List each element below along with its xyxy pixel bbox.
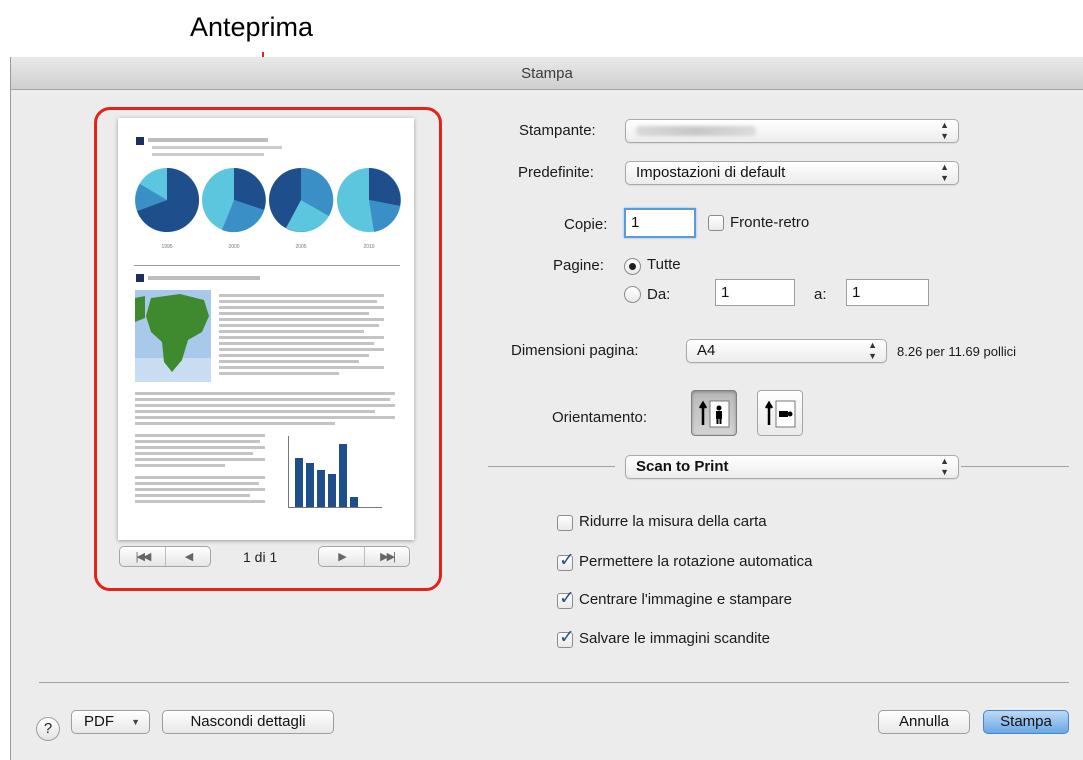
printer-label: Stampante: bbox=[519, 122, 596, 139]
option-label: Ridurre la misura della carta bbox=[579, 513, 767, 530]
pages-to-label: a: bbox=[814, 286, 827, 303]
preview-highlight-frame bbox=[94, 107, 442, 591]
pages-label: Pagine: bbox=[553, 257, 604, 274]
callout-label-anteprima: Anteprima bbox=[190, 12, 314, 42]
window-title: Stampa bbox=[11, 57, 1083, 90]
option-label: Permettere la rotazione automatica bbox=[579, 553, 813, 570]
printer-select[interactable]: ▲ ▼ bbox=[625, 119, 959, 143]
cancel-button[interactable]: Annulla bbox=[878, 710, 970, 734]
copies-label: Copie: bbox=[564, 216, 608, 233]
presets-select[interactable]: Impostazioni di default ▲ ▼ bbox=[625, 161, 959, 185]
presets-label: Predefinite: bbox=[518, 164, 594, 181]
paper-size-label: Dimensioni pagina: bbox=[511, 342, 639, 359]
pages-all-label: Tutte bbox=[647, 256, 681, 273]
paper-dimensions: 8.26 per 11.69 pollici bbox=[897, 344, 1017, 359]
paper-size-value: A4 bbox=[697, 342, 716, 359]
pdf-menu-button[interactable]: PDF ▼ bbox=[71, 710, 150, 734]
print-dialog: Stampa 1995 2000 2005 2010 |◀◀ ◀ 1 di 1 … bbox=[10, 57, 1083, 760]
option-checkbox-auto-rotate[interactable]: ✓ bbox=[557, 550, 575, 571]
duplex-checkbox[interactable] bbox=[708, 215, 724, 231]
printer-name-blurred bbox=[636, 126, 756, 136]
pages-to-field[interactable]: 1 bbox=[846, 279, 929, 306]
popup-arrows-icon: ▲ ▼ bbox=[940, 162, 949, 183]
option-label: Centrare l'immagine e stampare bbox=[579, 591, 792, 608]
option-checkbox-center-image[interactable]: ✓ bbox=[557, 588, 575, 609]
checkmark-icon: ✓ bbox=[559, 627, 575, 648]
checkmark-icon: ✓ bbox=[559, 588, 575, 609]
pdf-button-label: PDF bbox=[84, 713, 114, 730]
duplex-label: Fronte-retro bbox=[730, 214, 810, 231]
orientation-label: Orientamento: bbox=[552, 409, 648, 426]
checkmark-icon: ✓ bbox=[559, 550, 575, 571]
popup-arrows-icon: ▲ ▼ bbox=[940, 120, 949, 141]
option-checkbox-reduce-paper[interactable] bbox=[557, 515, 573, 531]
portrait-orientation-icon bbox=[698, 400, 730, 428]
portrait-orientation-button[interactable] bbox=[691, 390, 737, 436]
separator-left bbox=[488, 466, 615, 467]
footer-separator bbox=[39, 682, 1069, 683]
chevron-down-icon: ▼ bbox=[131, 717, 140, 727]
pages-from-label: Da: bbox=[647, 286, 671, 303]
copies-field[interactable]: 1 bbox=[624, 208, 696, 238]
pages-all-radio[interactable] bbox=[624, 258, 641, 275]
separator-right bbox=[961, 466, 1069, 467]
section-value: Scan to Print bbox=[636, 458, 729, 475]
popup-arrows-icon: ▲ ▼ bbox=[868, 340, 877, 361]
landscape-orientation-button[interactable] bbox=[757, 390, 803, 436]
presets-value: Impostazioni di default bbox=[636, 164, 786, 181]
option-label: Salvare le immagini scandite bbox=[579, 630, 770, 647]
section-select[interactable]: Scan to Print ▲ ▼ bbox=[625, 455, 959, 479]
paper-size-select[interactable]: A4 ▲ ▼ bbox=[686, 339, 887, 363]
print-button[interactable]: Stampa bbox=[983, 710, 1069, 734]
hide-details-button[interactable]: Nascondi dettagli bbox=[162, 710, 334, 734]
popup-arrows-icon: ▲ ▼ bbox=[940, 456, 949, 477]
pages-from-field[interactable]: 1 bbox=[715, 279, 795, 306]
landscape-orientation-icon bbox=[764, 400, 796, 428]
help-button[interactable]: ? bbox=[36, 717, 60, 741]
option-checkbox-save-images[interactable]: ✓ bbox=[557, 627, 575, 648]
pages-range-radio[interactable] bbox=[624, 286, 641, 303]
